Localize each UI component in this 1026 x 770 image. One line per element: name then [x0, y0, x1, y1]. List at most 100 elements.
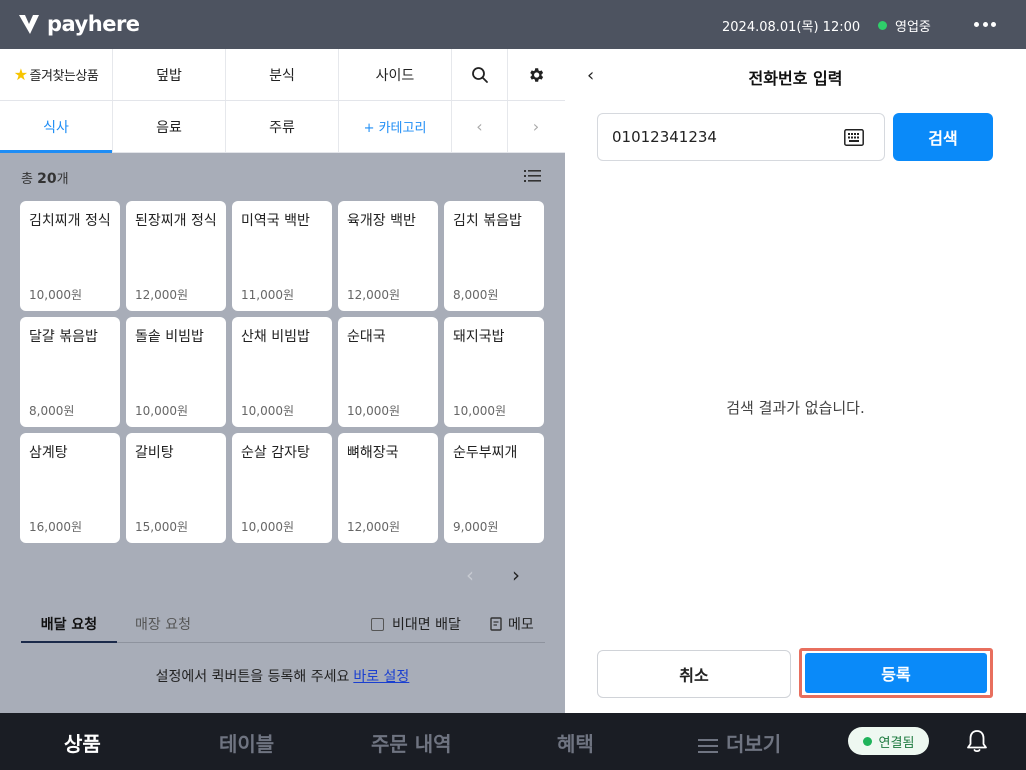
product-card[interactable]: 육개장 백반 12,000원	[338, 201, 438, 311]
category-label: 주류	[269, 119, 295, 136]
product-panel: ★ 즐겨찾는상품 덮밥 분식 사이드 식사 음료 주류 + 카테고리 ‹ › 총…	[0, 49, 565, 713]
category-label: 덮밥	[156, 67, 182, 84]
product-price: 10,000원	[241, 404, 295, 418]
product-total: 총 20개	[21, 168, 69, 187]
quick-settings-link[interactable]: 바로 설정	[353, 669, 409, 685]
product-name: 뼈해장국	[347, 445, 399, 461]
category-row-2: 식사 음료 주류 + 카테고리 ‹ ›	[0, 101, 565, 153]
product-name: 순두부찌개	[453, 445, 518, 461]
search-icon	[471, 66, 488, 83]
category-label: + 카테고리	[363, 121, 427, 136]
chevron-right-icon[interactable]: ›	[508, 101, 564, 152]
category-label: 식사	[43, 119, 69, 136]
memo-label: 메모	[508, 617, 534, 633]
product-name: 미역국 백반	[241, 213, 310, 229]
product-name: 김치찌개 정식	[29, 213, 111, 229]
connection-dot-icon	[862, 736, 872, 746]
product-price: 11,000원	[241, 288, 295, 302]
product-price: 12,000원	[347, 288, 401, 302]
product-price: 15,000원	[135, 520, 189, 534]
product-price: 10,000원	[135, 404, 189, 418]
phone-input-panel: 전화번호 입력 ‹ 검색 검색 결과가 없습니다. 취소 등록	[565, 49, 1026, 713]
more-horizontal-icon[interactable]	[974, 15, 996, 33]
product-name: 김치 볶음밥	[453, 213, 522, 229]
nav-more-label: 더보기	[726, 732, 782, 756]
search-button[interactable]	[452, 49, 508, 100]
back-chevron-icon[interactable]: ‹	[587, 65, 594, 86]
category-label: 즐겨찾는상품	[29, 69, 99, 84]
tab-store-request[interactable]: 매장 요청	[135, 614, 191, 634]
list-view-icon[interactable]	[524, 169, 541, 183]
register-button[interactable]: 등록	[805, 653, 987, 693]
product-price: 12,000원	[347, 520, 401, 534]
nav-tables[interactable]: 테이블	[219, 728, 274, 757]
product-card[interactable]: 돼지국밥 10,000원	[444, 317, 544, 427]
category-meal[interactable]: 식사	[0, 101, 113, 153]
product-card[interactable]: 순대국 10,000원	[338, 317, 438, 427]
product-card[interactable]: 김치찌개 정식 10,000원	[20, 201, 120, 311]
product-name: 순대국	[347, 329, 386, 345]
product-price: 12,000원	[135, 288, 189, 302]
tab-delivery-request[interactable]: 배달 요청	[21, 614, 117, 643]
product-card[interactable]: 돌솥 비빔밥 10,000원	[126, 317, 226, 427]
category-snacks[interactable]: 분식	[226, 49, 339, 100]
gear-icon	[530, 67, 544, 82]
product-card[interactable]: 삼계탕 16,000원	[20, 433, 120, 543]
product-card[interactable]: 순두부찌개 9,000원	[444, 433, 544, 543]
product-card[interactable]: 갈비탕 15,000원	[126, 433, 226, 543]
product-card[interactable]: 순살 감자탕 10,000원	[232, 433, 332, 543]
product-name: 된장찌개 정식	[135, 213, 217, 229]
category-label: 음료	[156, 119, 182, 136]
memo-icon	[490, 617, 502, 631]
logo-text: payhere	[47, 12, 140, 36]
product-price: 10,000원	[241, 520, 295, 534]
product-card[interactable]: 뼈해장국 12,000원	[338, 433, 438, 543]
product-card[interactable]: 된장찌개 정식 12,000원	[126, 201, 226, 311]
empty-results-message: 검색 결과가 없습니다.	[726, 399, 865, 417]
product-name: 육개장 백반	[347, 213, 416, 229]
phone-input[interactable]	[612, 114, 832, 160]
add-category-button[interactable]: + 카테고리	[339, 101, 452, 152]
total-suffix: 개	[56, 172, 69, 187]
nav-products[interactable]: 상품	[64, 728, 101, 757]
payhere-logo-icon	[19, 15, 39, 34]
keyboard-icon[interactable]	[844, 129, 864, 146]
page-next-icon[interactable]: ›	[512, 563, 520, 587]
product-price: 10,000원	[453, 404, 507, 418]
search-button[interactable]: 검색	[893, 113, 993, 161]
contactless-delivery-checkbox[interactable]: 비대면 배달	[371, 614, 461, 634]
chevron-left-icon[interactable]: ‹	[452, 101, 508, 152]
bottom-nav: 상품 테이블 주문 내역 혜택 더보기 연결됨	[0, 713, 1026, 770]
product-card[interactable]: 미역국 백반 11,000원	[232, 201, 332, 311]
memo-button[interactable]: 메모	[490, 614, 534, 634]
cancel-button[interactable]: 취소	[597, 650, 791, 698]
product-name: 돌솥 비빔밥	[135, 329, 204, 345]
product-card[interactable]: 산채 비빔밥 10,000원	[232, 317, 332, 427]
hamburger-icon	[698, 738, 718, 753]
product-card[interactable]: 달걀 볶음밥 8,000원	[20, 317, 120, 427]
product-card[interactable]: 김치 볶음밥 8,000원	[444, 201, 544, 311]
category-label: 사이드	[375, 67, 415, 84]
settings-button[interactable]	[508, 49, 564, 100]
category-label: 분식	[269, 67, 295, 84]
bell-icon[interactable]	[965, 728, 989, 754]
nav-more[interactable]: 더보기	[698, 728, 781, 757]
quick-button-text: 설정에서 퀵버튼을 등록해 주세요	[155, 669, 350, 685]
page-prev-icon[interactable]: ‹	[466, 563, 474, 587]
top-bar: payhere 2024.08.01(목) 12:00 영업중	[0, 0, 1026, 49]
category-drinks[interactable]: 음료	[113, 101, 226, 152]
category-favorites[interactable]: ★ 즐겨찾는상품	[0, 49, 113, 100]
product-price: 10,000원	[347, 404, 401, 418]
nav-benefits[interactable]: 혜택	[557, 728, 594, 757]
logo: payhere	[17, 12, 140, 36]
product-price: 8,000원	[29, 404, 75, 418]
total-prefix: 총	[21, 172, 33, 187]
connection-label: 연결됨	[878, 735, 915, 751]
category-sides[interactable]: 사이드	[339, 49, 452, 100]
category-alcohol[interactable]: 주류	[226, 101, 339, 152]
request-tabs: 배달 요청 매장 요청 비대면 배달 메모	[21, 608, 545, 643]
phone-field[interactable]	[597, 113, 885, 161]
nav-order-history[interactable]: 주문 내역	[371, 728, 452, 757]
category-rice-bowl[interactable]: 덮밥	[113, 49, 226, 100]
datetime: 2024.08.01(목) 12:00	[722, 20, 861, 35]
